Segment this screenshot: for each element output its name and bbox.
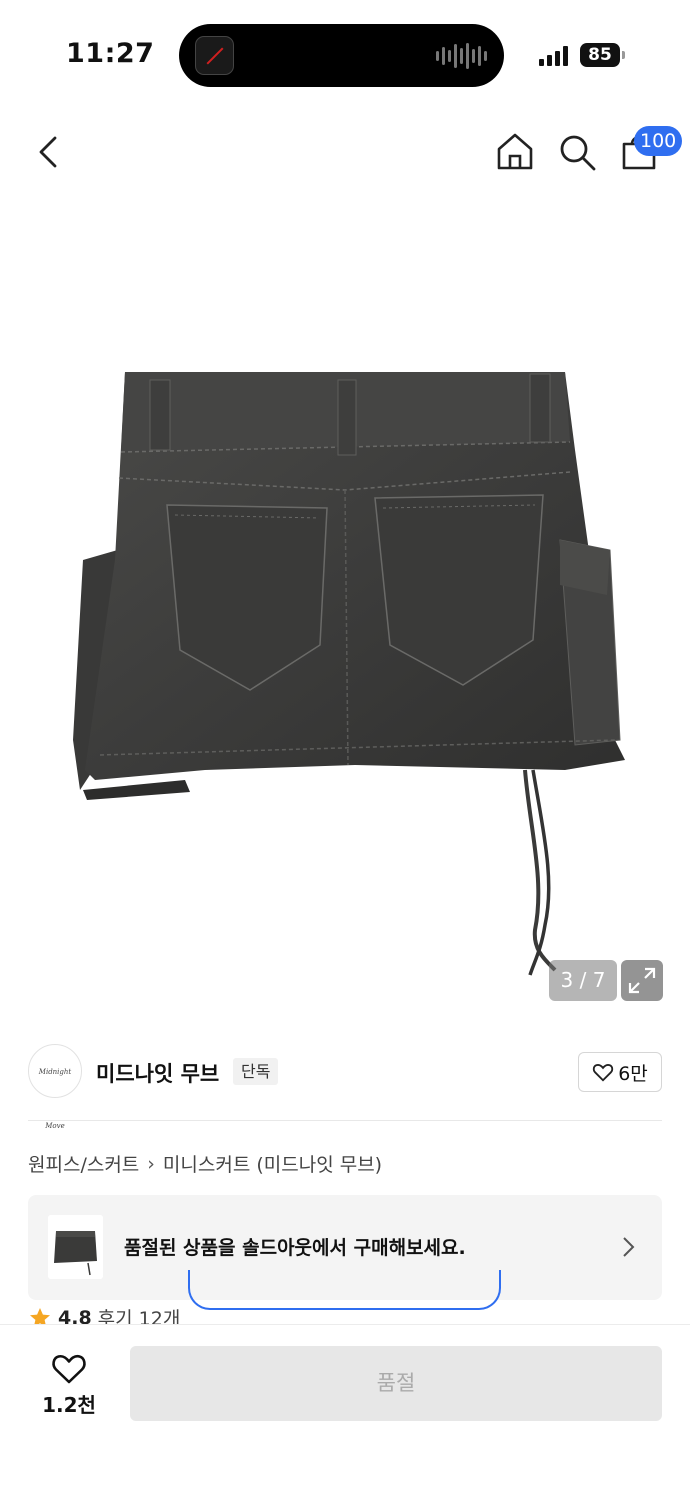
bottom-action-bar: 1.2천 품절: [0, 1324, 690, 1500]
now-playing-app-icon: [195, 36, 234, 75]
status-time: 11:27: [66, 38, 155, 69]
wishlist-button[interactable]: 1.2천: [30, 1347, 108, 1421]
cellular-signal-icon: [539, 44, 568, 66]
chevron-right-icon: [623, 1237, 635, 1257]
brand-name[interactable]: 미드나잇 무브: [96, 1058, 219, 1088]
search-icon[interactable]: [557, 132, 597, 172]
battery-indicator: 85: [580, 43, 620, 67]
heart-icon: [593, 1064, 614, 1082]
image-page-indicator: 3 / 7: [549, 960, 617, 1001]
banner-product-thumbnail: [48, 1215, 103, 1279]
brand-like-count: 6만: [618, 1062, 648, 1085]
brand-logo[interactable]: Midnight Move: [28, 1044, 82, 1130]
breadcrumb-category[interactable]: 원피스/스커트: [28, 1150, 139, 1177]
exclusive-badge: 단독: [233, 1058, 279, 1085]
audio-wave-icon: [436, 42, 487, 70]
soldout-banner-text: 품절된 상품을 솔드아웃에서 구매해보세요.: [124, 1237, 466, 1259]
chevron-right-icon: ›: [147, 1152, 155, 1175]
soldout-purchase-button[interactable]: 품절: [130, 1346, 662, 1421]
brand-like-button[interactable]: 6만: [578, 1052, 662, 1092]
breadcrumb: 원피스/스커트 › 미니스커트 (미드나잇 무브): [28, 1150, 382, 1177]
heart-icon: [52, 1354, 86, 1384]
divider: [28, 1120, 662, 1121]
status-bar: 11:27 85: [0, 0, 690, 110]
battery-tip: [622, 51, 625, 59]
expand-icon[interactable]: [621, 960, 663, 1001]
cart-count-badge: 100: [634, 126, 683, 156]
product-image[interactable]: [55, 360, 635, 980]
chevron-left-icon[interactable]: [30, 132, 70, 172]
wishlist-count: 1.2천: [42, 1393, 96, 1417]
breadcrumb-subcategory[interactable]: 미니스커트 (미드나잇 무브): [163, 1150, 382, 1177]
home-icon[interactable]: [494, 130, 536, 172]
dynamic-island: [179, 24, 504, 87]
peek-button-outline: [188, 1270, 501, 1310]
